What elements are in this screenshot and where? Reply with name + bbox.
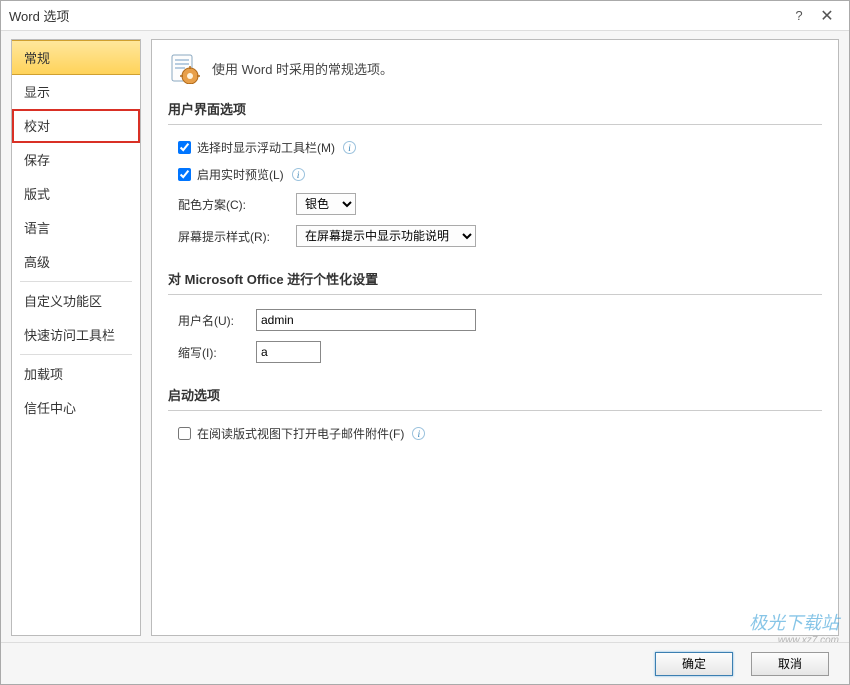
section-startup-title: 启动选项 — [168, 385, 822, 411]
sidebar-item-8[interactable]: 快速访问工具栏 — [12, 318, 140, 352]
intro-row: 使用 Word 时采用的常规选项。 — [168, 52, 822, 84]
sidebar-item-0[interactable]: 常规 — [12, 40, 140, 75]
open-attachment-label: 在阅读版式视图下打开电子邮件附件(F) — [197, 425, 404, 442]
open-attachment-checkbox[interactable]: 在阅读版式视图下打开电子邮件附件(F) — [178, 425, 404, 442]
section-ui-title: 用户界面选项 — [168, 99, 822, 125]
help-button[interactable]: ? — [785, 6, 813, 26]
cancel-button[interactable]: 取消 — [751, 652, 829, 676]
floating-toolbar-checkbox[interactable]: 选择时显示浮动工具栏(M) — [178, 139, 335, 156]
titlebar: Word 选项 ? ✕ — [1, 1, 849, 31]
sidebar-item-6[interactable]: 高级 — [12, 245, 140, 279]
screentip-style-select[interactable]: 在屏幕提示中显示功能说明 — [296, 225, 476, 247]
section-personalize-title: 对 Microsoft Office 进行个性化设置 — [168, 269, 822, 295]
sidebar-item-9[interactable]: 加载项 — [12, 357, 140, 391]
live-preview-input[interactable] — [178, 168, 191, 181]
live-preview-checkbox[interactable]: 启用实时预览(L) — [178, 166, 284, 183]
options-dialog: Word 选项 ? ✕ 常规显示校对保存版式语言高级自定义功能区快速访问工具栏加… — [0, 0, 850, 685]
content-area: 常规显示校对保存版式语言高级自定义功能区快速访问工具栏加载项信任中心 — [1, 31, 849, 642]
sidebar-item-5[interactable]: 语言 — [12, 211, 140, 245]
sidebar-item-7[interactable]: 自定义功能区 — [12, 284, 140, 318]
floating-toolbar-label: 选择时显示浮动工具栏(M) — [197, 139, 335, 156]
sidebar-item-1[interactable]: 显示 — [12, 75, 140, 109]
info-icon[interactable]: i — [412, 427, 425, 440]
username-label: 用户名(U): — [178, 312, 248, 329]
initials-input[interactable] — [256, 341, 321, 363]
sidebar-item-10[interactable]: 信任中心 — [12, 391, 140, 425]
window-title: Word 选项 — [9, 6, 785, 25]
dialog-footer: 确定 取消 — [1, 642, 849, 684]
options-icon — [168, 52, 200, 84]
screentip-style-label: 屏幕提示样式(R): — [178, 228, 288, 245]
sidebar: 常规显示校对保存版式语言高级自定义功能区快速访问工具栏加载项信任中心 — [11, 39, 141, 636]
sidebar-item-2[interactable]: 校对 — [12, 109, 140, 143]
initials-label: 缩写(I): — [178, 344, 248, 361]
open-attachment-input[interactable] — [178, 427, 191, 440]
main-panel: 使用 Word 时采用的常规选项。 用户界面选项 选择时显示浮动工具栏(M) i… — [151, 39, 839, 636]
titlebar-controls: ? ✕ — [785, 6, 841, 26]
live-preview-label: 启用实时预览(L) — [197, 166, 284, 183]
ok-button[interactable]: 确定 — [655, 652, 733, 676]
intro-text: 使用 Word 时采用的常规选项。 — [212, 59, 393, 78]
sidebar-item-4[interactable]: 版式 — [12, 177, 140, 211]
info-icon[interactable]: i — [292, 168, 305, 181]
color-scheme-select[interactable]: 银色 — [296, 193, 356, 215]
section-personalize-body: 用户名(U): 缩写(I): — [168, 297, 822, 377]
floating-toolbar-input[interactable] — [178, 141, 191, 154]
section-ui-body: 选择时显示浮动工具栏(M) i 启用实时预览(L) i 配色方案(C): 银色 — [168, 127, 822, 261]
username-input[interactable] — [256, 309, 476, 331]
color-scheme-label: 配色方案(C): — [178, 196, 288, 213]
info-icon[interactable]: i — [343, 141, 356, 154]
section-startup-body: 在阅读版式视图下打开电子邮件附件(F) i — [168, 413, 822, 456]
close-button[interactable]: ✕ — [813, 6, 841, 26]
sidebar-item-3[interactable]: 保存 — [12, 143, 140, 177]
